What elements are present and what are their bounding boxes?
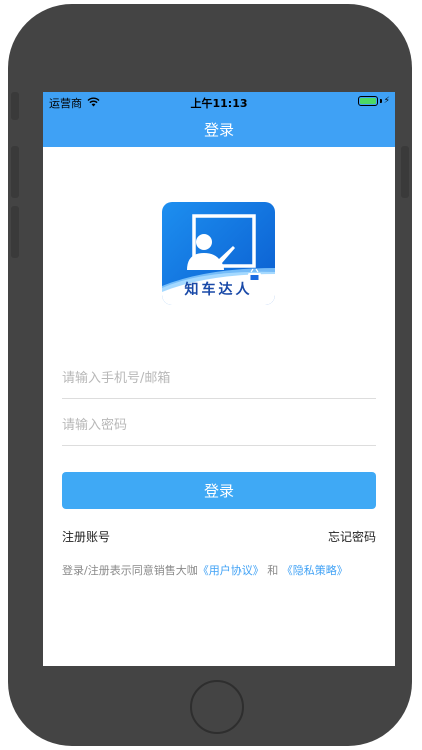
phone-email-input[interactable] bbox=[62, 358, 376, 398]
volume-down-button bbox=[11, 206, 19, 258]
password-input[interactable] bbox=[62, 405, 376, 445]
status-time: 上午11:13 bbox=[190, 97, 248, 110]
agreement-and: 和 bbox=[267, 564, 279, 577]
password-field bbox=[62, 405, 376, 446]
battery-icon bbox=[357, 96, 378, 106]
status-bar: 运营商 上午11:13 ⚡ bbox=[43, 92, 395, 112]
user-agreement-link[interactable]: 《用户协议》 bbox=[198, 564, 264, 577]
nav-bar: 登录 bbox=[43, 112, 395, 147]
volume-up-button bbox=[11, 146, 19, 198]
page-title: 登录 bbox=[203, 121, 234, 139]
app-logo: 知车达人 bbox=[162, 202, 275, 305]
home-button[interactable] bbox=[190, 680, 244, 734]
mute-switch bbox=[11, 92, 19, 120]
battery-cap bbox=[379, 99, 382, 103]
login-button[interactable]: 登录 bbox=[62, 472, 376, 509]
logo-text: 知车达人 bbox=[184, 282, 253, 298]
forgot-password-link[interactable]: 忘记密码 bbox=[328, 528, 376, 545]
register-link[interactable]: 注册账号 bbox=[62, 528, 110, 545]
privacy-policy-link[interactable]: 《隐私策略》 bbox=[282, 564, 348, 577]
phone-email-field bbox=[62, 358, 376, 399]
login-button-label: 登录 bbox=[203, 482, 234, 500]
charging-icon: ⚡ bbox=[383, 96, 390, 106]
agreement-text: 登录/注册表示同意销售大咖《用户协议》 和 《隐私策略》 bbox=[62, 562, 348, 578]
power-button bbox=[401, 146, 409, 198]
battery-group: ⚡ bbox=[357, 96, 390, 106]
app-screen: 运营商 上午11:13 ⚡ 登录 知车达人 请输入手机号/邮箱 登录 注册账号 … bbox=[43, 92, 395, 666]
battery-fill bbox=[359, 98, 376, 104]
agreement-prefix: 登录/注册表示同意销售大咖 bbox=[62, 564, 198, 577]
phone-frame: 运营商 上午11:13 ⚡ 登录 知车达人 请输入手机号/邮箱 登录 注册账号 … bbox=[8, 4, 412, 746]
